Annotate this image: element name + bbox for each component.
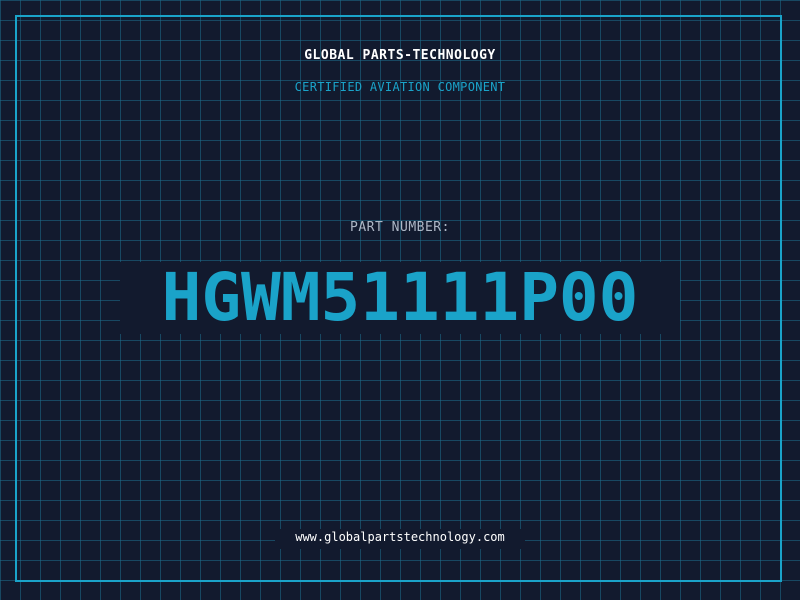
part-number-value: HGWM51111P00: [161, 259, 639, 336]
part-number-label: PART NUMBER:: [350, 220, 450, 235]
website-url: www.globalpartstechnology.com: [295, 530, 505, 544]
certification-subtitle: CERTIFIED AVIATION COMPONENT: [294, 80, 506, 94]
company-name: GLOBAL PARTS-TECHNOLOGY: [304, 48, 496, 63]
